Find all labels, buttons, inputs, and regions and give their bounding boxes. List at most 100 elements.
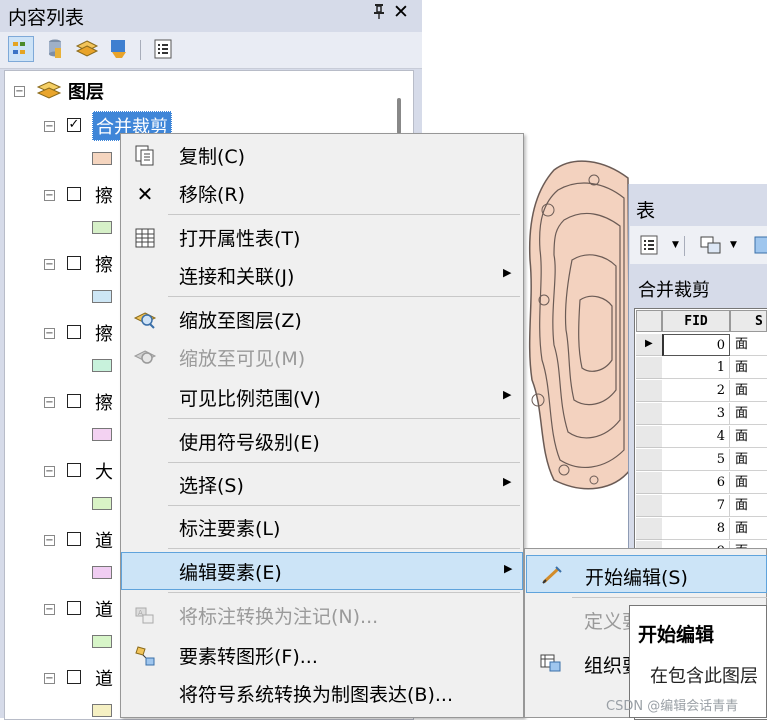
layer-symbol-swatch[interactable] [92, 290, 112, 303]
layer-visibility-checkbox[interactable] [67, 532, 81, 546]
menu-item-zoom-to-layer[interactable]: 缩放至图层(Z) [121, 300, 523, 338]
table-cell-shape[interactable]: 面 [730, 426, 767, 448]
table-cell-shape[interactable]: 面 [730, 334, 767, 356]
column-header-shape[interactable]: S [730, 310, 767, 332]
menu-item-remove[interactable]: ✕ 移除(R) [121, 174, 523, 212]
pin-icon[interactable] [372, 3, 386, 23]
layer-name[interactable]: 大 [95, 458, 113, 484]
menu-item-features-to-graphics[interactable]: 要素转图形(F)... [121, 636, 523, 674]
layer-symbol-swatch[interactable] [92, 221, 112, 234]
layer-visibility-checkbox[interactable] [67, 394, 81, 408]
table-tab-label[interactable]: 合并裁剪 [638, 276, 710, 302]
expand-toggle[interactable]: − [44, 190, 55, 201]
menu-item-open-attribute-table[interactable]: 打开属性表(T) [121, 218, 523, 256]
table-cell-shape[interactable]: 面 [730, 357, 767, 379]
menu-item-convert-symbology-to-representation[interactable]: 将符号系统转换为制图表达(B)... [121, 674, 523, 712]
layer-symbol-swatch[interactable] [92, 635, 112, 648]
zoom-visible-icon [133, 346, 157, 370]
table-cell-fid[interactable]: 4 [662, 426, 730, 448]
menu-item-convert-labels-to-annotation[interactable]: A 将标注转换为注记(N)... [121, 596, 523, 634]
layer-name[interactable]: 擦 [95, 389, 113, 415]
menu-item-zoom-to-visible[interactable]: 缩放至可见(M) [121, 338, 523, 376]
table-cell-fid[interactable]: 1 [662, 357, 730, 379]
expand-toggle[interactable]: − [44, 535, 55, 546]
layer-visibility-checkbox[interactable] [67, 463, 81, 477]
table-cell-fid[interactable]: 5 [662, 449, 730, 471]
list-by-visibility-icon[interactable] [74, 36, 100, 62]
menu-item-label-features[interactable]: 标注要素(L) [121, 508, 523, 546]
layer-name[interactable]: 擦 [95, 320, 113, 346]
layer-symbol-swatch[interactable] [92, 566, 112, 579]
expand-toggle[interactable]: − [44, 259, 55, 270]
menu-item-use-symbol-levels[interactable]: 使用符号级别(E) [121, 422, 523, 460]
layer-symbol-swatch[interactable] [92, 704, 112, 717]
row-selector[interactable] [636, 403, 662, 425]
grid-corner[interactable] [636, 310, 662, 332]
related-tables-icon[interactable] [700, 235, 722, 260]
menu-item-visible-scale-range[interactable]: 可见比例范围(V) ▶ [121, 378, 523, 416]
layers-root-label[interactable]: 图层 [68, 78, 104, 104]
table-cell-fid[interactable]: 0 [662, 334, 730, 356]
layer-visibility-checkbox[interactable] [67, 187, 81, 201]
menu-item-joins-relates[interactable]: 连接和关联(J) ▶ [121, 256, 523, 294]
layer-visibility-checkbox[interactable] [67, 256, 81, 270]
table-cell-shape[interactable]: 面 [730, 380, 767, 402]
table-cell-fid[interactable]: 6 [662, 472, 730, 494]
expand-toggle[interactable]: − [44, 328, 55, 339]
menu-item-copy[interactable]: 复制(C) [121, 136, 523, 174]
layer-symbol-swatch[interactable] [92, 152, 112, 165]
layer-visibility-checkbox[interactable] [67, 325, 81, 339]
layer-name[interactable]: 擦 [95, 251, 113, 277]
menu-item-start-editing[interactable]: 开始编辑(S) [526, 555, 767, 593]
expand-toggle[interactable]: − [44, 397, 55, 408]
table-cell-fid[interactable]: 2 [662, 380, 730, 402]
select-by-attributes-icon[interactable] [754, 235, 767, 260]
table-cell-shape[interactable]: 面 [730, 495, 767, 517]
layer-name[interactable]: 道 [95, 596, 113, 622]
table-cell-shape[interactable]: 面 [730, 472, 767, 494]
row-selector[interactable] [636, 426, 662, 448]
table-cell-shape[interactable]: 面 [730, 449, 767, 471]
layer-symbol-swatch[interactable] [92, 428, 112, 441]
list-by-source-icon[interactable] [42, 36, 68, 62]
table-options-icon[interactable] [640, 235, 660, 260]
map-canvas-polygon[interactable] [524, 150, 634, 495]
layer-name[interactable]: 擦 [95, 182, 113, 208]
layer-visibility-checkbox[interactable] [67, 601, 81, 615]
layer-symbol-swatch[interactable] [92, 497, 112, 510]
row-selector[interactable] [636, 357, 662, 379]
row-selector[interactable] [636, 380, 662, 402]
table-cell-shape[interactable]: 面 [730, 403, 767, 425]
table-cell-fid[interactable]: 3 [662, 403, 730, 425]
table-cell-fid[interactable]: 8 [662, 518, 730, 540]
layers-icon [36, 80, 62, 105]
chevron-down-icon[interactable]: ▼ [730, 240, 737, 250]
options-icon[interactable] [150, 36, 176, 62]
menu-item-edit-features[interactable]: 编辑要素(E) ▶ [121, 552, 523, 590]
menu-item-selection[interactable]: 选择(S) ▶ [121, 465, 523, 503]
list-by-selection-icon[interactable] [106, 36, 132, 62]
row-selector[interactable] [636, 495, 662, 517]
table-cell-shape[interactable]: 面 [730, 518, 767, 540]
expand-toggle[interactable]: − [44, 604, 55, 615]
row-selector[interactable]: ▶ [636, 334, 662, 356]
table-cell-fid[interactable]: 7 [662, 495, 730, 517]
row-selector[interactable] [636, 472, 662, 494]
expand-toggle[interactable]: − [44, 673, 55, 684]
layer-visibility-checkbox[interactable] [67, 670, 81, 684]
collapse-toggle[interactable]: − [44, 121, 55, 132]
layer-visibility-checkbox[interactable]: ✓ [67, 118, 81, 132]
row-selector[interactable] [636, 518, 662, 540]
layer-name[interactable]: 道 [95, 527, 113, 553]
expand-toggle[interactable]: − [44, 466, 55, 477]
layer-name[interactable]: 道 [95, 665, 113, 691]
list-by-drawing-order-icon[interactable] [8, 36, 34, 62]
layer-symbol-swatch[interactable] [92, 359, 112, 372]
collapse-toggle[interactable]: − [14, 86, 25, 97]
close-icon[interactable]: ✕ [393, 1, 409, 23]
scrollbar-thumb[interactable] [397, 98, 401, 134]
column-header-fid[interactable]: FID [662, 310, 730, 332]
chevron-down-icon[interactable]: ▼ [672, 240, 679, 250]
row-selector[interactable] [636, 449, 662, 471]
features-to-graphics-icon [133, 644, 157, 668]
